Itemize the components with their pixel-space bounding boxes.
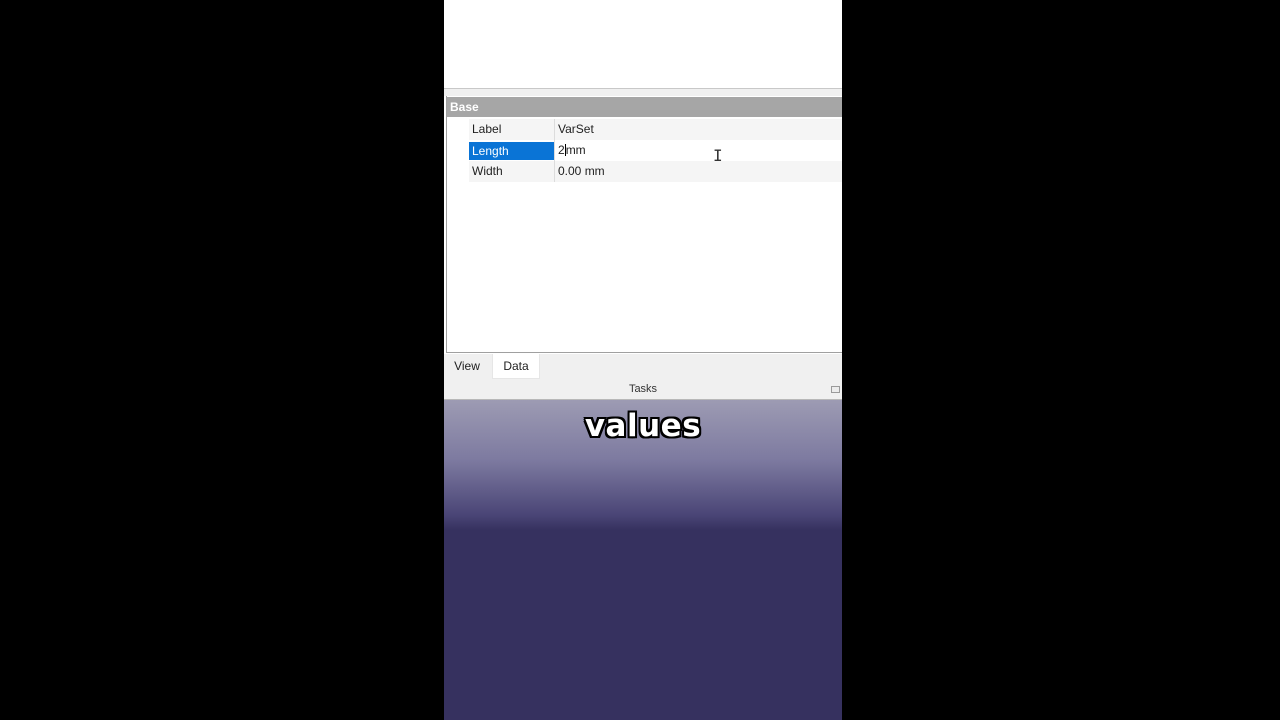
property-row-length[interactable]: Length 2mm bbox=[469, 140, 842, 161]
tab-data[interactable]: Data bbox=[492, 354, 540, 379]
tab-view[interactable]: View bbox=[450, 354, 484, 379]
property-row-width[interactable]: Width 0.00 mm bbox=[469, 161, 842, 182]
property-name: Label bbox=[472, 122, 502, 136]
length-value-editor[interactable]: 2mm bbox=[557, 140, 586, 161]
3d-viewport[interactable] bbox=[444, 400, 842, 720]
property-value[interactable]: VarSet bbox=[557, 119, 594, 140]
column-divider bbox=[554, 140, 555, 161]
property-name: Width bbox=[472, 164, 503, 178]
property-tabs: View Data bbox=[444, 354, 842, 380]
tasks-panel-titlebar: Tasks bbox=[444, 380, 842, 400]
model-tree-area[interactable] bbox=[444, 0, 842, 89]
undock-icon[interactable] bbox=[831, 386, 840, 393]
length-input-unit: mm bbox=[565, 143, 586, 157]
property-editor: Base Label VarSet Length 2mm Width 0.00 … bbox=[446, 96, 842, 353]
column-divider bbox=[554, 119, 555, 140]
length-input-number: 2 bbox=[558, 143, 565, 157]
column-divider bbox=[554, 161, 555, 182]
tasks-title: Tasks bbox=[628, 383, 658, 395]
panel-splitter[interactable] bbox=[444, 89, 842, 96]
freecad-side-panel: Base Label VarSet Length 2mm Width 0.00 … bbox=[444, 0, 842, 720]
property-group-header[interactable]: Base bbox=[447, 97, 842, 117]
property-value[interactable]: 0.00 mm bbox=[557, 161, 605, 182]
property-row-label[interactable]: Label VarSet bbox=[469, 119, 842, 140]
video-caption: values bbox=[584, 408, 702, 444]
text-cursor-icon: I bbox=[713, 146, 723, 165]
property-name-selected: Length bbox=[469, 142, 554, 160]
